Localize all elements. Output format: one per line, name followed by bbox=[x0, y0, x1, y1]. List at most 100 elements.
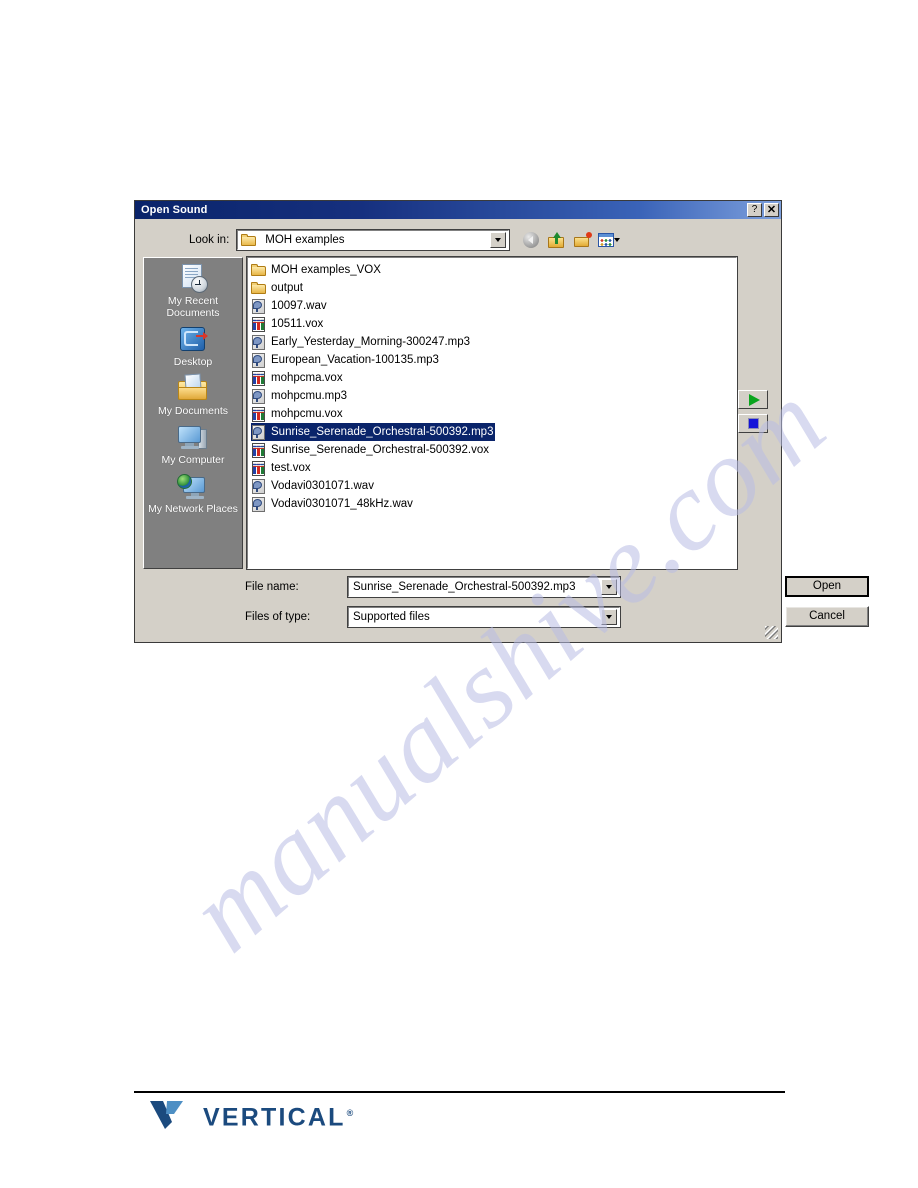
stop-button[interactable] bbox=[738, 414, 768, 433]
file-name-label: mohpcmu.mp3 bbox=[271, 390, 348, 402]
new-folder-icon bbox=[574, 232, 593, 248]
place-label: My Recent Documents bbox=[166, 295, 220, 319]
file-list-item[interactable]: Sunrise_Serenade_Orchestral-500392.mp3 bbox=[251, 423, 496, 441]
file-name-label: mohpcmu.vox bbox=[271, 408, 343, 420]
filename-value: Sunrise_Serenade_Orchestral-500392.mp3 bbox=[353, 580, 576, 593]
file-list-item[interactable]: Vodavi0301071_48kHz.wav bbox=[251, 495, 415, 513]
file-list-item[interactable]: MOH examples_VOX bbox=[251, 261, 383, 279]
chevron-down-icon bbox=[614, 238, 621, 242]
file-name-label: 10097.wav bbox=[271, 300, 327, 312]
resize-grip[interactable] bbox=[765, 626, 778, 639]
folder-icon bbox=[251, 281, 267, 296]
audio-file-icon bbox=[251, 478, 267, 494]
vertical-logo-mark-icon bbox=[150, 1100, 194, 1130]
audio-file-icon bbox=[251, 298, 267, 314]
file-name-label: Early_Yesterday_Morning-300247.mp3 bbox=[271, 336, 471, 348]
audio-file-icon bbox=[251, 352, 267, 368]
file-name-label: Vodavi0301071.wav bbox=[271, 480, 374, 492]
file-name-label: Sunrise_Serenade_Orchestral-500392.mp3 bbox=[271, 426, 494, 438]
file-list-item[interactable]: 10097.wav bbox=[251, 297, 329, 315]
folder-icon bbox=[251, 263, 267, 278]
lookin-value: MOH examples bbox=[265, 234, 345, 246]
place-item-desktop[interactable]: Desktop bbox=[147, 323, 239, 369]
file-name-label: mohpcma.vox bbox=[271, 372, 343, 384]
filename-label: File name: bbox=[245, 580, 299, 593]
vox-file-icon bbox=[251, 442, 267, 458]
up-one-level-icon bbox=[548, 232, 566, 248]
filetype-combobox[interactable]: Supported files bbox=[347, 605, 621, 628]
file-name-label: output bbox=[271, 282, 303, 294]
close-icon[interactable]: ✕ bbox=[764, 203, 779, 217]
filetype-dropdown-arrow[interactable] bbox=[601, 608, 617, 625]
file-name-label: test.vox bbox=[271, 462, 311, 474]
filename-combobox[interactable]: Sunrise_Serenade_Orchestral-500392.mp3 bbox=[347, 575, 621, 598]
place-label: Desktop bbox=[173, 356, 213, 368]
my-computer-icon bbox=[177, 423, 209, 453]
place-label: My Network Places bbox=[148, 503, 238, 515]
views-button[interactable] bbox=[598, 230, 621, 250]
file-list-item[interactable]: test.vox bbox=[251, 459, 313, 477]
place-item-my-network-places[interactable]: My Network Places bbox=[147, 470, 239, 516]
desktop-icon bbox=[177, 325, 209, 355]
vox-file-icon bbox=[251, 370, 267, 386]
back-icon bbox=[523, 232, 540, 248]
stop-icon bbox=[747, 418, 759, 429]
filetype-value: Supported files bbox=[353, 610, 430, 623]
place-item-my-computer[interactable]: My Computer bbox=[147, 421, 239, 467]
file-list-item[interactable]: mohpcma.vox bbox=[251, 369, 345, 387]
play-icon bbox=[748, 393, 760, 406]
file-list-item[interactable]: 10511.vox bbox=[251, 315, 325, 333]
filetype-label: Files of type: bbox=[245, 610, 311, 623]
file-name-label: MOH examples_VOX bbox=[271, 264, 381, 276]
new-folder-button[interactable] bbox=[572, 230, 594, 250]
dialog-body: My Recent Documents Desktop My Documents… bbox=[143, 256, 781, 570]
filename-row: File name: Sunrise_Serenade_Orchestral-5… bbox=[245, 575, 781, 598]
brand-name: VERTICAL bbox=[203, 1103, 346, 1132]
vertical-logo-text: VERTICAL® bbox=[203, 1100, 355, 1130]
file-name-label: Sunrise_Serenade_Orchestral-500392.vox bbox=[271, 444, 489, 456]
dialog-titlebar: Open Sound ? ✕ bbox=[135, 201, 781, 219]
file-name-label: 10511.vox bbox=[271, 318, 324, 330]
file-list-item[interactable]: mohpcmu.vox bbox=[251, 405, 345, 423]
folder-icon bbox=[241, 233, 257, 247]
file-name-label: Vodavi0301071_48kHz.wav bbox=[271, 498, 413, 510]
play-button[interactable] bbox=[738, 390, 768, 409]
my-network-places-icon bbox=[177, 472, 209, 502]
back-button[interactable] bbox=[520, 230, 542, 250]
dialog-footer: File name: Sunrise_Serenade_Orchestral-5… bbox=[245, 575, 869, 628]
lookin-combobox[interactable]: MOH examples bbox=[236, 229, 511, 251]
open-sound-dialog: Open Sound ? ✕ Look in: MOH examples My … bbox=[134, 200, 869, 643]
filetype-row: Files of type: Supported files bbox=[245, 605, 781, 628]
dialog-title: Open Sound bbox=[141, 204, 208, 216]
help-button[interactable]: ? bbox=[747, 203, 762, 217]
places-bar: My Recent Documents Desktop My Documents… bbox=[143, 257, 243, 569]
lookin-label: Look in: bbox=[189, 234, 230, 246]
dialog-toolbar bbox=[520, 230, 621, 250]
open-button[interactable]: Open bbox=[785, 576, 869, 597]
lookin-dropdown-arrow[interactable] bbox=[490, 232, 507, 248]
file-list-item[interactable]: Sunrise_Serenade_Orchestral-500392.vox bbox=[251, 441, 491, 459]
vox-file-icon bbox=[251, 406, 267, 422]
recent-documents-icon bbox=[177, 264, 209, 294]
place-label: My Computer bbox=[161, 454, 225, 466]
file-list-item[interactable]: Vodavi0301071.wav bbox=[251, 477, 376, 495]
audio-file-icon bbox=[251, 496, 267, 512]
my-documents-icon bbox=[177, 373, 209, 404]
file-list-item[interactable]: output bbox=[251, 279, 305, 297]
filename-dropdown-arrow[interactable] bbox=[601, 578, 617, 595]
audio-file-icon bbox=[251, 388, 267, 404]
cancel-button[interactable]: Cancel bbox=[785, 606, 869, 627]
media-controls bbox=[738, 390, 772, 433]
file-list-item[interactable]: Early_Yesterday_Morning-300247.mp3 bbox=[251, 333, 472, 351]
views-icon bbox=[598, 232, 615, 248]
file-list-item[interactable]: mohpcmu.mp3 bbox=[251, 387, 349, 405]
file-name-label: European_Vacation-100135.mp3 bbox=[271, 354, 439, 366]
footer-divider bbox=[134, 1091, 785, 1093]
up-one-level-button[interactable] bbox=[546, 230, 568, 250]
audio-file-icon bbox=[251, 424, 267, 440]
place-item-my-documents[interactable]: My Documents bbox=[147, 372, 239, 418]
file-list[interactable]: MOH examples_VOXoutput 10097.wav 10511.vox… bbox=[246, 256, 738, 570]
vox-file-icon bbox=[251, 460, 267, 476]
place-item-my-recent-documents[interactable]: My Recent Documents bbox=[147, 262, 239, 320]
file-list-item[interactable]: European_Vacation-100135.mp3 bbox=[251, 351, 441, 369]
